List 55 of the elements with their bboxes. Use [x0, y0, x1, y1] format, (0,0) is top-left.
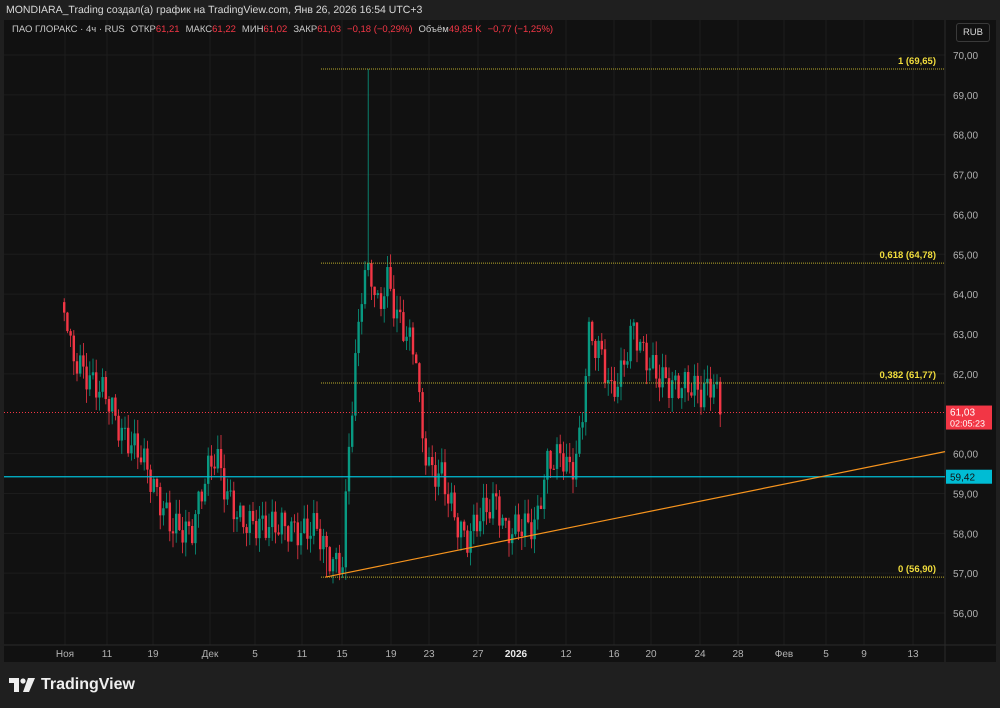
time-axis-label: 23 — [423, 649, 435, 660]
price-axis-label: 66,00 — [953, 210, 978, 222]
logo-icon — [9, 678, 35, 692]
price-axis-label: 58,00 — [953, 529, 978, 540]
price-axis-label: 70,00 — [953, 51, 978, 62]
time-axis-label: 12 — [560, 649, 572, 660]
time-axis-label: 28 — [732, 649, 744, 660]
price-axis-label: 63,00 — [953, 330, 978, 342]
price-axis-label: 62,00 — [953, 370, 978, 381]
time-axis-label: 11 — [102, 649, 112, 660]
time-axis-label: 5 — [252, 649, 258, 660]
time-axis-label: 9 — [861, 649, 867, 660]
currency-button[interactable]: RUB — [956, 23, 990, 42]
volume-value: Объём49,85 K — [418, 24, 482, 35]
time-axis-label: 13 — [907, 649, 919, 660]
fibonacci-level-label: 0,382 (61,77) — [879, 370, 936, 382]
chart-title: MONDIARA_Trading создал(а) график на TradingView.com, Янв 26, 2026 16:54 UTC+3 — [5, 3, 424, 18]
volume-change: −0,77 (−1,25%) — [488, 24, 554, 35]
time-axis-label: Фев — [774, 649, 794, 660]
price-axis-label: 64,00 — [953, 290, 978, 302]
price-change: −0,18 (−0,29%) — [347, 24, 413, 35]
last-price-tag — [946, 406, 992, 430]
time-axis-label: Ноя — [56, 649, 74, 660]
fibonacci-level-label: 1 (69,65) — [898, 56, 936, 67]
time-axis-label: Дек — [202, 649, 218, 660]
price-axis-label: 57,00 — [953, 569, 978, 580]
price-axis-label: 56,00 — [953, 609, 978, 620]
price-axis-label: 65,00 — [953, 250, 978, 262]
fibonacci-level-label: 0 (56,90) — [898, 564, 936, 576]
bar-countdown: 02:05:23 — [950, 418, 986, 429]
ohlc-value: ОТКР61,21 — [130, 24, 180, 35]
last-price-value: 61,03 — [950, 408, 976, 419]
time-axis-label: 15 — [336, 649, 348, 660]
horizontal-line-tag — [946, 470, 992, 484]
ohlc-value: ЗАКР61,03 — [293, 24, 342, 35]
brand-name: TradingView — [41, 676, 135, 694]
time-axis-label: 27 — [472, 649, 484, 660]
time-axis-label: 24 — [694, 649, 706, 660]
price-axis-label: 67,00 — [953, 170, 978, 182]
time-axis-label: 16 — [608, 649, 620, 660]
time-axis-label: 20 — [645, 649, 657, 660]
price-axis-label: 59,00 — [953, 489, 978, 500]
price-axis-label: 69,00 — [953, 90, 978, 102]
time-axis-label: 2026 — [504, 649, 528, 660]
symbol-name: ПАО ГЛОРАКС · 4ч · RUS — [12, 24, 125, 35]
ohlc-value: МИН61,02 — [242, 24, 288, 35]
time-axis-label: 19 — [385, 649, 397, 660]
horizontal-line-price: 59,42 — [950, 472, 976, 484]
price-axis-label: 68,00 — [953, 130, 978, 142]
price-axis-label: 60,00 — [953, 450, 978, 461]
time-axis-label: 5 — [823, 649, 829, 660]
fibonacci-level-label: 0,618 (64,78) — [879, 250, 936, 262]
time-axis-label: 19 — [147, 649, 159, 660]
ohlc-value: МАКС61,22 — [186, 24, 236, 35]
time-axis-label: 11 — [296, 649, 308, 660]
